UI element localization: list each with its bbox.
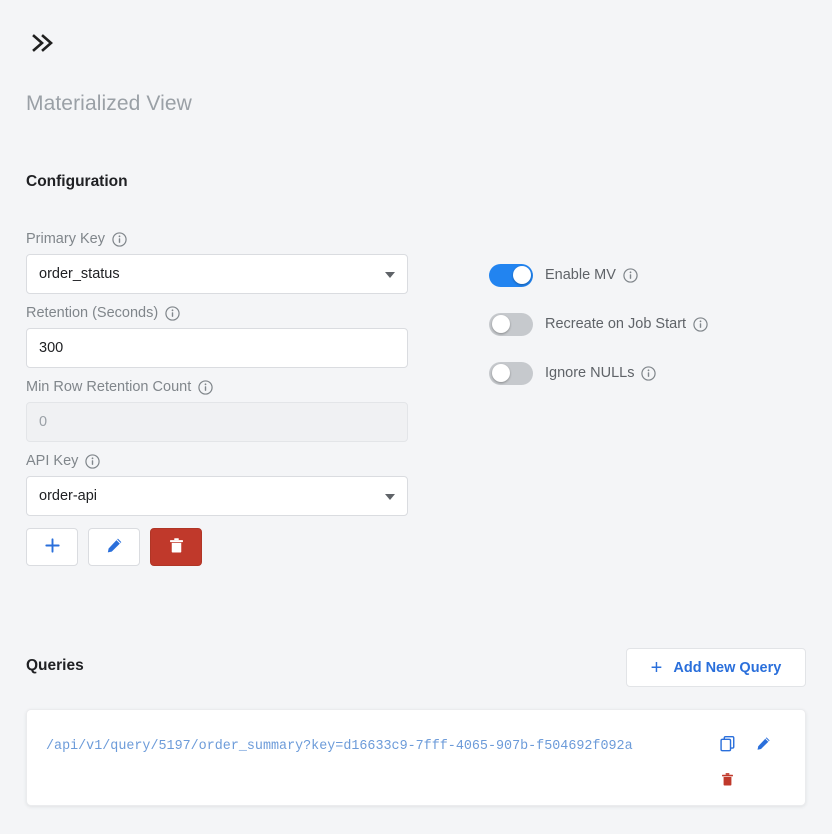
ignore-nulls-label: Ignore NULLs xyxy=(545,365,635,381)
chevron-down-icon xyxy=(385,494,395,500)
pencil-icon xyxy=(105,536,124,558)
field-label: Retention (Seconds) xyxy=(26,306,408,321)
info-icon[interactable] xyxy=(623,267,638,283)
delete-api-key-button[interactable] xyxy=(150,528,202,566)
api-key-select[interactable]: order-api xyxy=(26,476,408,516)
field-label: API Key xyxy=(26,454,408,469)
edit-api-key-button[interactable] xyxy=(88,528,140,566)
configuration-form: Primary Key order_status Retention (Seco… xyxy=(26,232,408,578)
query-url[interactable]: /api/v1/query/5197/order_summary?key=d16… xyxy=(46,736,696,757)
query-list-item: /api/v1/query/5197/order_summary?key=d16… xyxy=(26,709,806,806)
edit-query-button[interactable] xyxy=(747,729,779,761)
info-icon[interactable] xyxy=(198,380,213,395)
configuration-toggles: Enable MV Recreate on Job Start Ignore N… xyxy=(489,262,708,409)
materialized-view-panel: Materialized View Configuration Primary … xyxy=(0,0,832,834)
retention-seconds-value: 300 xyxy=(39,340,64,356)
queries-section-title: Queries xyxy=(26,657,84,674)
delete-query-button[interactable] xyxy=(711,765,743,797)
toggle-label: Enable MV xyxy=(545,267,638,283)
toggle-row-enable-mv: Enable MV xyxy=(489,262,708,288)
retention-seconds-input[interactable]: 300 xyxy=(26,328,408,368)
info-icon[interactable] xyxy=(112,232,127,247)
toggle-row-ignore-nulls: Ignore NULLs xyxy=(489,360,708,386)
field-label: Primary Key xyxy=(26,232,408,247)
field-api-key: API Key order-api xyxy=(26,454,408,566)
toggle-label: Recreate on Job Start xyxy=(545,316,708,332)
primary-key-value: order_status xyxy=(39,266,120,282)
api-key-actions xyxy=(26,528,408,566)
min-row-retention-count-value: 0 xyxy=(39,414,48,430)
query-actions xyxy=(711,729,783,797)
info-icon[interactable] xyxy=(165,306,180,321)
trash-icon xyxy=(719,771,736,791)
primary-key-select[interactable]: order_status xyxy=(26,254,408,294)
enable-mv-label: Enable MV xyxy=(545,267,616,283)
collapse-panel-button[interactable] xyxy=(26,26,60,60)
recreate-on-job-start-toggle[interactable] xyxy=(489,312,533,336)
toggle-knob xyxy=(491,364,510,382)
toggle-knob xyxy=(512,266,531,284)
api-key-label: API Key xyxy=(26,453,79,470)
page-title: Materialized View xyxy=(26,92,192,115)
min-row-retention-count-input[interactable]: 0 xyxy=(26,402,408,442)
toggle-label: Ignore NULLs xyxy=(545,365,657,381)
enable-mv-toggle[interactable] xyxy=(489,263,533,287)
chevron-down-icon xyxy=(385,272,395,278)
info-icon[interactable] xyxy=(85,454,101,469)
plus-icon: + xyxy=(650,656,663,679)
toggle-knob xyxy=(491,315,510,333)
api-key-value: order-api xyxy=(39,488,98,504)
field-primary-key: Primary Key order_status xyxy=(26,232,408,294)
info-icon[interactable] xyxy=(693,316,708,332)
copy-query-button[interactable] xyxy=(711,729,743,761)
field-min-row-retention-count: Min Row Retention Count 0 xyxy=(26,380,408,442)
pencil-icon xyxy=(755,735,772,755)
trash-icon xyxy=(167,536,186,558)
info-icon[interactable] xyxy=(641,365,657,381)
add-new-query-button[interactable]: + Add New Query xyxy=(626,648,806,687)
configuration-section-title: Configuration xyxy=(26,173,128,190)
toggle-row-recreate-on-job-start: Recreate on Job Start xyxy=(489,311,708,337)
primary-key-label: Primary Key xyxy=(26,231,105,248)
plus-icon xyxy=(43,536,62,558)
double-chevron-right-icon xyxy=(30,33,56,53)
ignore-nulls-toggle[interactable] xyxy=(489,361,533,385)
add-new-query-label: Add New Query xyxy=(673,659,782,676)
retention-seconds-label: Retention (Seconds) xyxy=(26,305,159,322)
field-label: Min Row Retention Count xyxy=(26,380,408,395)
field-retention-seconds: Retention (Seconds) 300 xyxy=(26,306,408,368)
recreate-on-job-start-label: Recreate on Job Start xyxy=(545,316,687,332)
add-api-key-button[interactable] xyxy=(26,528,78,566)
copy-icon xyxy=(719,735,736,755)
min-row-retention-count-label: Min Row Retention Count xyxy=(26,379,192,396)
